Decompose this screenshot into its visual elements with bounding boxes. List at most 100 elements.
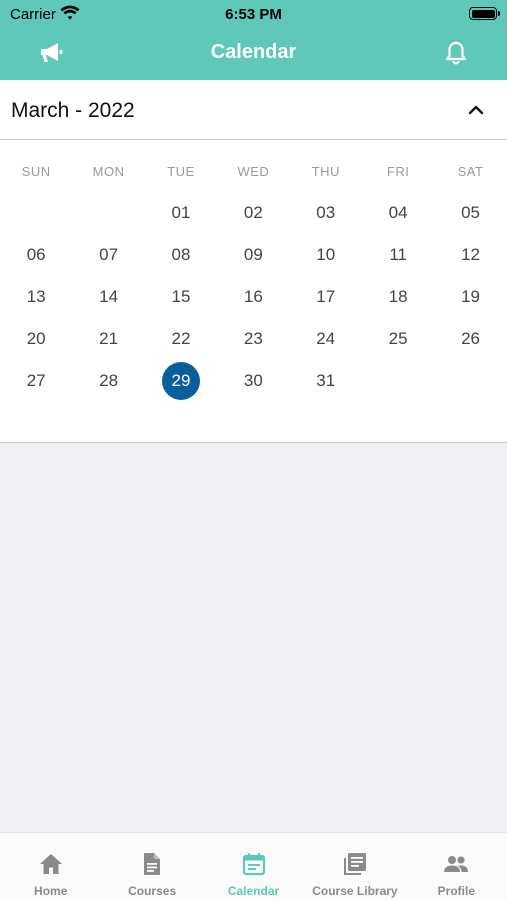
day-number: 23 xyxy=(243,329,263,348)
day-number: 11 xyxy=(389,245,407,264)
library-icon xyxy=(343,853,366,875)
day-number: 17 xyxy=(316,287,336,306)
calendar-day[interactable]: 26 xyxy=(434,318,506,360)
chevron-up-icon[interactable] xyxy=(465,99,487,121)
calendar-week: 27 28 29 30 31 xyxy=(0,360,507,402)
weekday-label: SAT xyxy=(457,164,484,179)
people-icon xyxy=(444,856,469,872)
calendar-day[interactable]: 23 xyxy=(217,318,289,360)
calendar-empty-cell xyxy=(434,360,506,402)
calendar-day[interactable]: 24 xyxy=(290,318,362,360)
calendar-day[interactable]: 13 xyxy=(0,276,72,318)
calendar-icon xyxy=(242,853,265,876)
tab-calendar[interactable]: Calendar xyxy=(203,833,304,900)
weekday-label: TUE xyxy=(167,164,195,179)
day-number: 13 xyxy=(26,287,46,306)
day-number: 28 xyxy=(99,371,119,390)
calendar-day[interactable]: 16 xyxy=(217,276,289,318)
calendar-day[interactable]: 11 xyxy=(362,234,434,276)
calendar-day[interactable]: 04 xyxy=(362,192,434,234)
calendar-empty-cell xyxy=(72,192,144,234)
calendar-day[interactable]: 08 xyxy=(145,234,217,276)
tab-course-library[interactable]: Course Library xyxy=(304,833,405,900)
weekday-header: SUN MON TUE WED THU FRI SAT xyxy=(0,164,507,180)
calendar-day[interactable]: 25 xyxy=(362,318,434,360)
tab-label: Calendar xyxy=(227,884,280,898)
calendar-week: 01 02 03 04 05 xyxy=(0,192,507,234)
day-number: 03 xyxy=(316,203,336,222)
weekday-label: FRI xyxy=(386,164,410,179)
day-number: 18 xyxy=(388,287,408,306)
day-number: 15 xyxy=(171,287,191,306)
calendar-empty-cell xyxy=(362,360,434,402)
calendar-grid: SUN MON TUE WED THU FRI SAT 01 02 03 04 05 06… xyxy=(0,140,507,443)
calendar-day[interactable]: 02 xyxy=(217,192,289,234)
tab-bar: Home Courses Calendar Course Library Pro… xyxy=(0,832,507,900)
tab-label: Course Library xyxy=(312,884,398,898)
day-number: 10 xyxy=(316,245,336,264)
document-icon xyxy=(144,853,161,875)
day-number: 20 xyxy=(26,329,46,348)
calendar-week: 13 14 15 16 17 18 19 xyxy=(0,276,507,318)
tab-courses[interactable]: Courses xyxy=(101,833,202,900)
events-area xyxy=(0,454,507,832)
weekday-label: WED xyxy=(237,164,270,179)
calendar-day[interactable]: 20 xyxy=(0,318,72,360)
calendar-day[interactable]: 06 xyxy=(0,234,72,276)
clock-time: 6:53 PM xyxy=(225,6,282,23)
selected-day-number: 29 xyxy=(161,362,200,400)
calendar-day[interactable]: 17 xyxy=(290,276,362,318)
tab-label: Home xyxy=(34,884,68,898)
day-number: 30 xyxy=(243,371,263,390)
day-number: 22 xyxy=(171,329,191,348)
calendar-day[interactable]: 07 xyxy=(72,234,144,276)
bell-icon[interactable] xyxy=(443,40,469,66)
calendar-week: 06 07 08 09 10 11 12 xyxy=(0,234,507,276)
calendar-day[interactable]: 19 xyxy=(434,276,506,318)
day-number: 19 xyxy=(461,287,480,306)
calendar-day[interactable]: 05 xyxy=(434,192,506,234)
nav-bar: Calendar xyxy=(0,28,507,80)
calendar-day[interactable]: 22 xyxy=(145,318,217,360)
home-icon xyxy=(39,854,62,874)
calendar-day[interactable]: 28 xyxy=(72,360,144,402)
calendar-day[interactable]: 15 xyxy=(145,276,217,318)
day-number: 07 xyxy=(99,245,119,264)
status-bar: Carrier 6:53 PM xyxy=(0,0,507,28)
day-grid: 01 02 03 04 05 06 07 08 09 10 11 12 13 14 15 16 17 18 19 20… xyxy=(0,192,507,402)
tab-profile[interactable]: Profile xyxy=(406,833,507,900)
calendar-day[interactable]: 29 xyxy=(145,360,217,402)
day-number: 14 xyxy=(99,287,119,306)
calendar-day[interactable]: 12 xyxy=(434,234,506,276)
app-header: Carrier 6:53 PM Calendar xyxy=(0,0,507,80)
calendar-day[interactable]: 30 xyxy=(217,360,289,402)
day-number: 31 xyxy=(316,371,336,390)
calendar-day[interactable]: 03 xyxy=(290,192,362,234)
calendar-day[interactable]: 14 xyxy=(72,276,144,318)
day-number: 21 xyxy=(99,329,119,348)
month-header: March - 2022 xyxy=(0,80,507,140)
month-label: March - 2022 xyxy=(11,99,135,122)
day-number: 09 xyxy=(243,245,263,264)
weekday-label: MON xyxy=(92,164,125,179)
calendar-day[interactable]: 01 xyxy=(145,192,217,234)
calendar-day[interactable]: 18 xyxy=(362,276,434,318)
page-title: Calendar xyxy=(210,41,297,63)
weekday-label: SUN xyxy=(21,164,51,179)
day-number: 27 xyxy=(26,371,46,390)
calendar-empty-cell xyxy=(0,192,72,234)
day-number: 26 xyxy=(461,329,480,348)
calendar-day[interactable]: 21 xyxy=(72,318,144,360)
tab-label: Profile xyxy=(437,884,475,898)
day-number: 05 xyxy=(461,203,480,222)
calendar-day[interactable]: 31 xyxy=(290,360,362,402)
tab-label: Courses xyxy=(128,884,177,898)
day-number: 25 xyxy=(388,329,408,348)
battery-icon xyxy=(469,7,500,20)
calendar-day[interactable]: 10 xyxy=(290,234,362,276)
day-number: 16 xyxy=(243,287,263,306)
tab-home[interactable]: Home xyxy=(0,833,101,900)
day-number: 04 xyxy=(388,203,408,222)
calendar-day[interactable]: 27 xyxy=(0,360,72,402)
calendar-day[interactable]: 09 xyxy=(217,234,289,276)
